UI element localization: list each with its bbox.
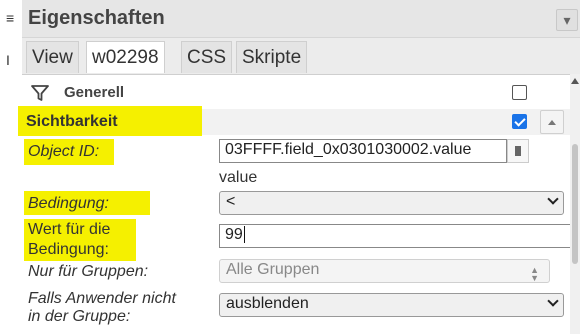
- only-groups-row: Nur für Gruppen: Alle Gruppen ▲ ▼: [22, 258, 570, 286]
- not-in-group-row: Falls Anwender nicht in der Gruppe: ausb…: [22, 288, 570, 332]
- section-collapse-up-button[interactable]: [540, 110, 564, 134]
- object-id-browse-button[interactable]: [507, 139, 529, 163]
- text-caret: [243, 226, 245, 244]
- filter-icon: [31, 85, 49, 101]
- not-in-group-select-value: ausblenden: [226, 295, 309, 312]
- not-in-group-select[interactable]: ausblenden: [219, 293, 564, 317]
- chevron-down-icon: [547, 295, 559, 307]
- chevron-down-icon: [547, 193, 559, 205]
- not-in-group-label-line1: Falls Anwender nicht: [28, 290, 176, 307]
- edge-glyph-icon: ≡: [6, 10, 15, 26]
- only-groups-select-value: Alle Gruppen: [226, 261, 320, 278]
- only-groups-select[interactable]: Alle Gruppen ▲ ▼: [219, 259, 550, 283]
- properties-content: Generell Sichtbarkeit Object ID: 03FFFF.…: [18, 74, 570, 334]
- condition-value-text: 99: [225, 226, 243, 243]
- group-generell-checkbox[interactable]: [512, 85, 527, 100]
- object-id-value-hint: value: [219, 169, 258, 186]
- section-sichtbarkeit-checkbox[interactable]: [512, 114, 527, 129]
- panel-title: Eigenschaften: [28, 7, 165, 29]
- tab-bar: View w02298 CSS Skripte: [22, 38, 580, 74]
- scroll-thumb[interactable]: [572, 144, 578, 264]
- object-id-label: Object ID:: [28, 143, 100, 160]
- tab-widget-id[interactable]: w02298: [86, 41, 165, 73]
- panel-title-bar: Eigenschaften ▾: [22, 0, 580, 38]
- not-in-group-label-line2: in der Gruppe:: [28, 308, 131, 325]
- left-edge-strip: ≡ I: [0, 0, 22, 334]
- section-label: Sichtbarkeit: [26, 113, 118, 130]
- condition-row: Bedingung: <: [22, 189, 570, 217]
- tab-view[interactable]: View: [26, 41, 79, 73]
- edge-cursor-icon: I: [6, 52, 10, 68]
- condition-select-value: <: [226, 193, 236, 210]
- section-sichtbarkeit-row[interactable]: Sichtbarkeit: [18, 106, 570, 136]
- condition-value-row: Wert für die Bedingung: 99: [22, 219, 570, 263]
- condition-label: Bedingung:: [28, 195, 109, 212]
- scroll-up-arrow-icon[interactable]: [571, 78, 579, 84]
- tab-scripts[interactable]: Skripte: [236, 41, 308, 73]
- only-groups-label: Nur für Gruppen:: [28, 263, 149, 280]
- object-id-input[interactable]: 03FFFF.field_0x0301030002.value: [219, 139, 507, 163]
- condition-value-label-line2: Bedingung:: [28, 241, 109, 258]
- vertical-scrollbar[interactable]: [570, 74, 580, 334]
- object-id-row: Object ID: 03FFFF.field_0x0301030002.val…: [22, 139, 570, 167]
- tab-css[interactable]: CSS: [181, 41, 233, 73]
- updown-arrows-icon: ▲ ▼: [530, 265, 539, 283]
- properties-panel: Eigenschaften ▾ View w02298 CSS Skripte …: [18, 0, 580, 334]
- group-label: Generell: [64, 84, 125, 101]
- condition-value-label-line1: Wert für die: [28, 221, 111, 238]
- condition-select[interactable]: <: [219, 191, 564, 215]
- panel-collapse-button[interactable]: ▾: [556, 9, 578, 31]
- group-generell-row[interactable]: Generell: [22, 79, 570, 107]
- condition-value-input[interactable]: 99: [219, 224, 570, 248]
